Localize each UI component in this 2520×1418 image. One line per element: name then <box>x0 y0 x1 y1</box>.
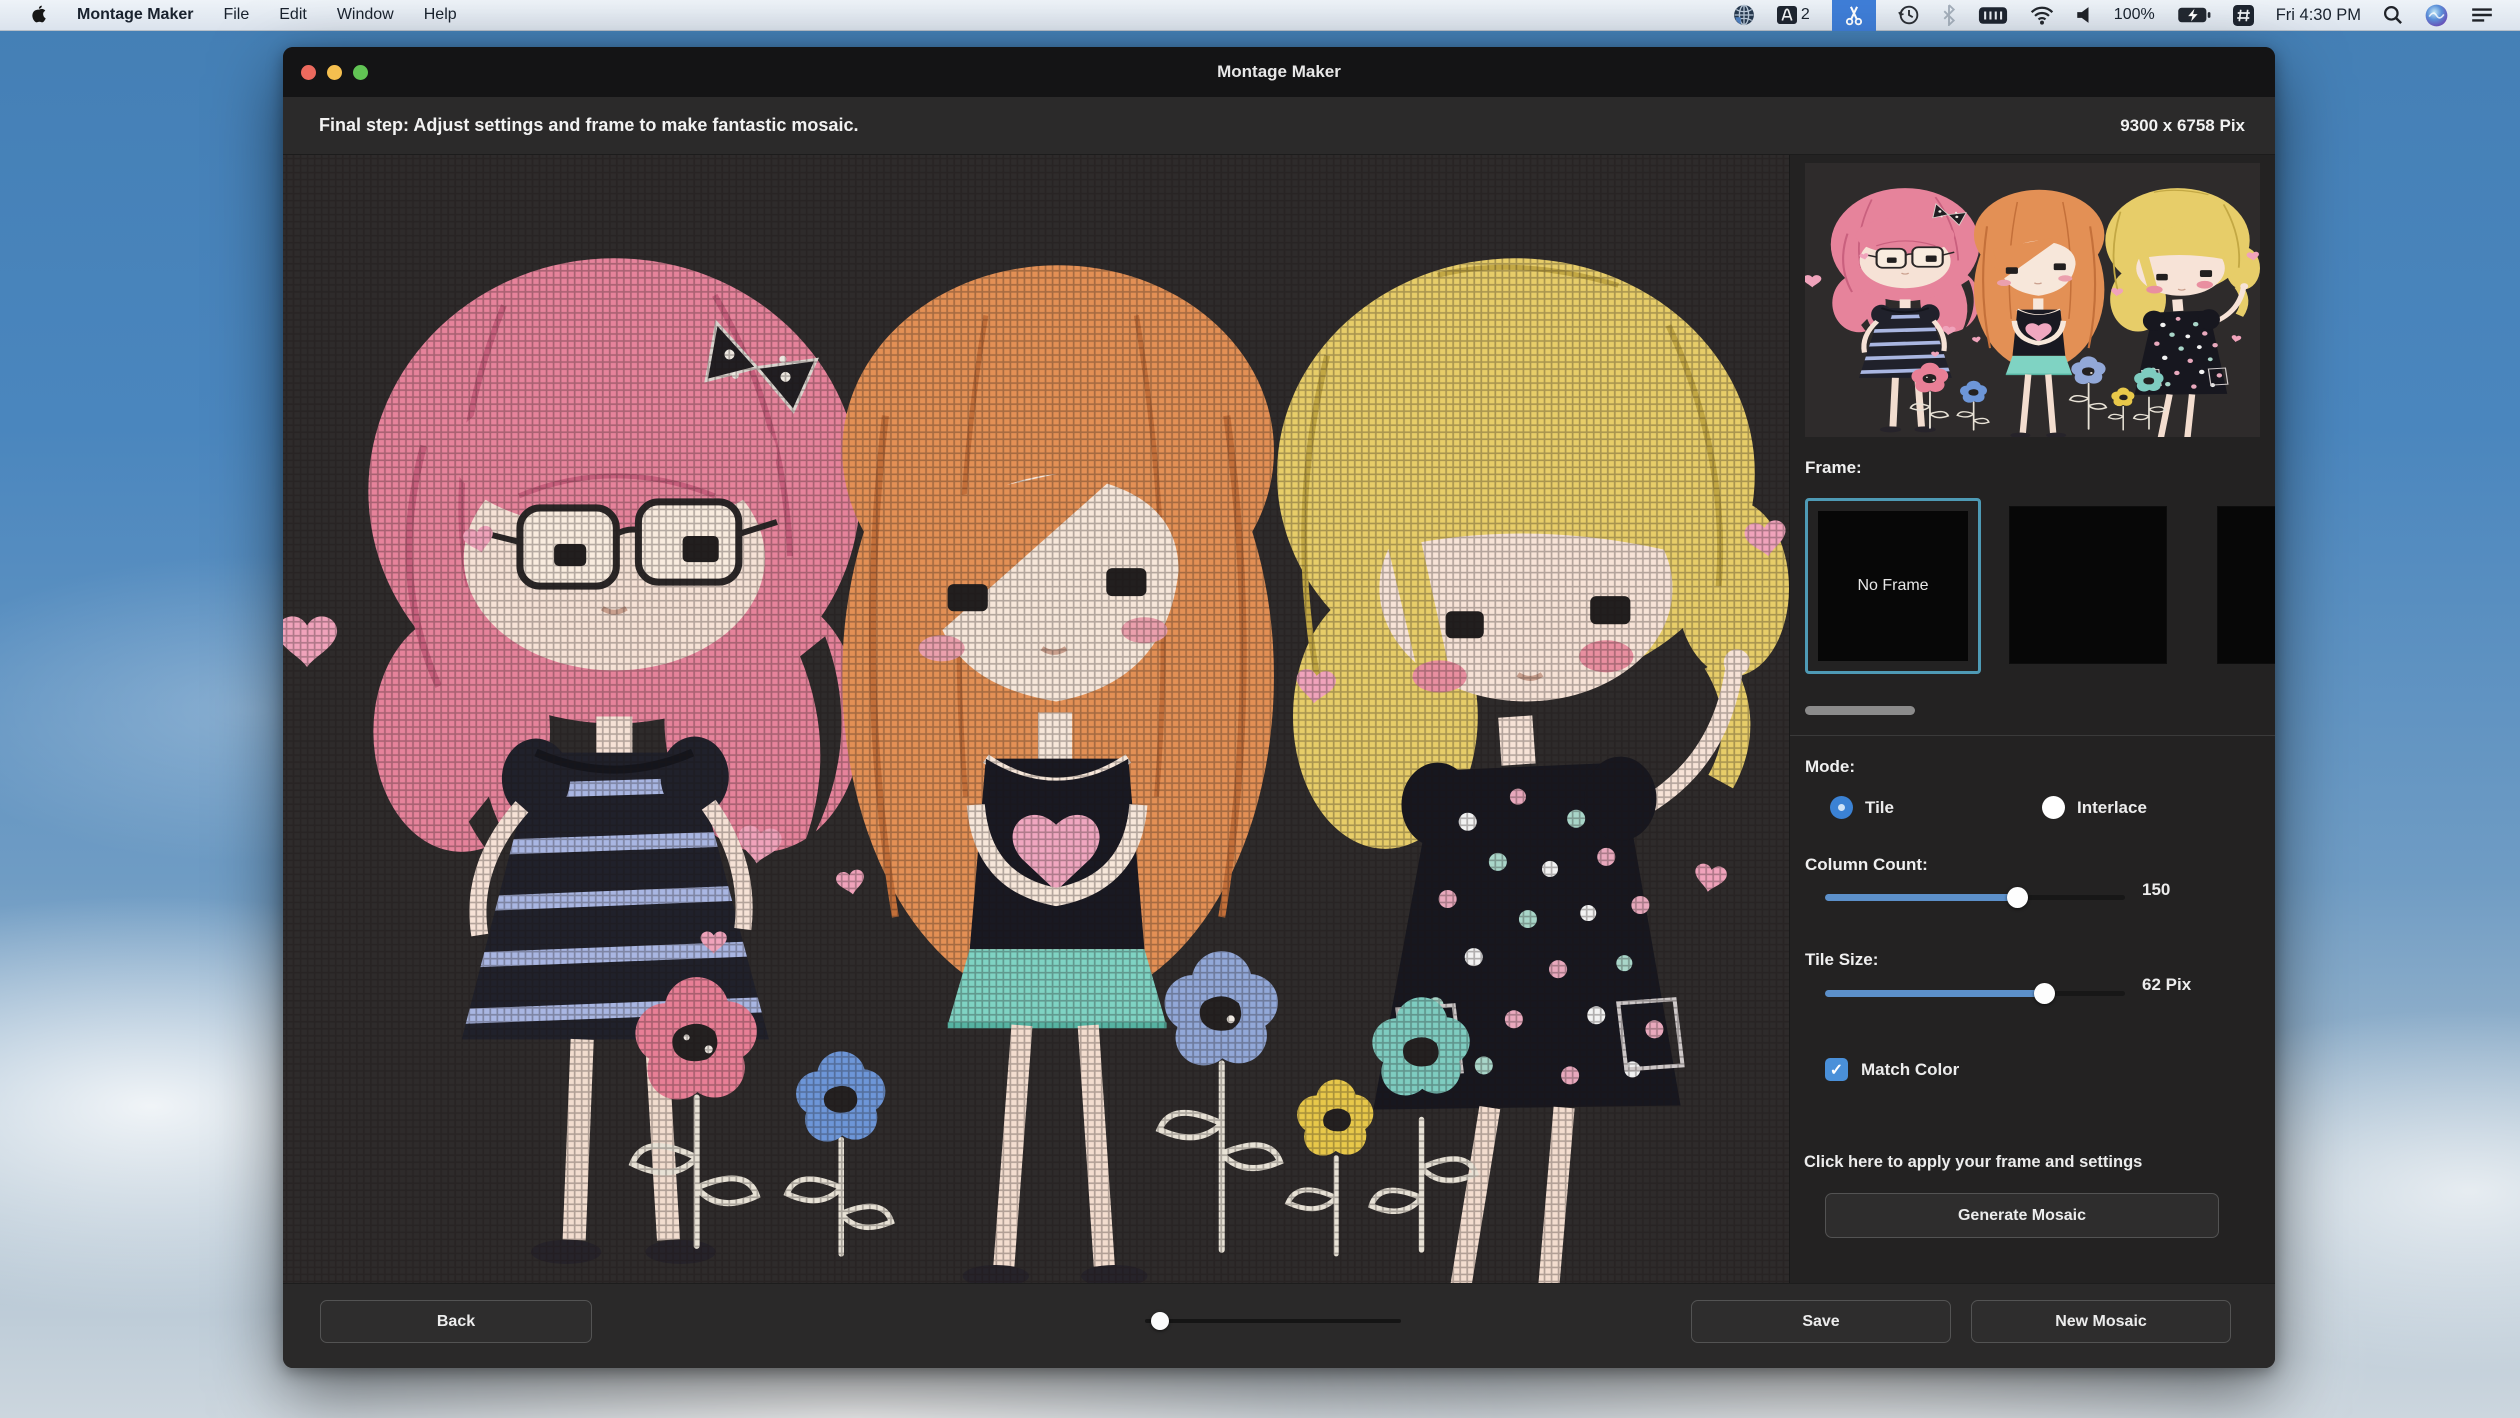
step-instruction: Final step: Adjust settings and frame to… <box>319 115 859 135</box>
siri-icon[interactable] <box>2425 0 2448 31</box>
adobe-icon <box>1776 6 1797 24</box>
spotlight-search-icon[interactable] <box>2383 0 2403 31</box>
menu-window[interactable]: Window <box>337 6 394 24</box>
adobe-badge-count: 2 <box>1800 6 1810 23</box>
menu-clock[interactable]: Fri 4:30 PM <box>2276 6 2361 25</box>
radio-unselected-icon <box>2042 796 2065 819</box>
mode-radio-interlace[interactable]: Interlace <box>2042 796 2254 819</box>
mosaic-preview-image <box>283 155 1789 1283</box>
keyboard-brightness-icon[interactable] <box>1978 0 2008 31</box>
keypad-icon[interactable] <box>2232 0 2254 31</box>
slider-thumb[interactable] <box>2034 983 2055 1004</box>
desktop: { "colors": { "accent_blue": "#4a90d9", … <box>0 0 2520 1418</box>
slider-track[interactable] <box>1145 1319 1401 1323</box>
section-divider <box>1790 735 2275 736</box>
save-button[interactable]: Save <box>1691 1300 1951 1343</box>
mode-radio-tile[interactable]: Tile <box>1830 796 2042 819</box>
tile-size-value: 62 Pix <box>2142 975 2192 994</box>
slider-thumb[interactable] <box>1150 1312 1169 1330</box>
apply-settings-hint: Click here to apply your frame and setti… <box>1804 1153 2143 1171</box>
mode-tile-label: Tile <box>1865 797 1894 817</box>
window-footer: Back Save New Mosaic <box>283 1283 2275 1368</box>
generate-mosaic-button[interactable]: Generate Mosaic <box>1825 1193 2219 1238</box>
slider-thumb[interactable] <box>2007 887 2028 908</box>
battery-percent: 100% <box>2113 6 2155 23</box>
menu-bar: Montage Maker File Edit Window Help 2 10… <box>0 0 2520 31</box>
mosaic-preview-canvas[interactable] <box>283 155 1790 1283</box>
mosaic-dimensions: 9300 x 6758 Pix <box>2120 115 2245 135</box>
tile-size-label: Tile Size: <box>1805 950 1879 969</box>
menu-help[interactable]: Help <box>424 6 457 24</box>
adobe-app-status[interactable]: 2 <box>1776 0 1810 31</box>
apple-icon <box>32 5 46 23</box>
globe-icon[interactable] <box>1733 0 1755 31</box>
time-machine-icon[interactable] <box>1897 0 1920 31</box>
tile-size-slider[interactable] <box>1825 983 2125 1004</box>
battery-charging-icon[interactable] <box>2177 0 2211 31</box>
frame-option-label: No Frame <box>1857 577 1929 594</box>
slider-fill <box>1825 894 2017 901</box>
match-color-label: Match Color <box>1861 1059 1960 1079</box>
window-titlebar[interactable]: Montage Maker <box>283 47 2275 97</box>
notification-center-icon[interactable] <box>2470 0 2494 31</box>
menu-app-name[interactable]: Montage Maker <box>77 6 193 24</box>
mode-section-label: Mode: <box>1805 757 1856 776</box>
menu-file[interactable]: File <box>223 6 249 24</box>
frame-section-label: Frame: <box>1805 458 1862 477</box>
window-title: Montage Maker <box>1217 62 1341 81</box>
match-color-option[interactable]: Match Color <box>1825 1058 1959 1081</box>
bluetooth-icon[interactable] <box>1942 0 1956 31</box>
frame-list-scrollbar[interactable] <box>1805 706 1915 715</box>
column-count-label: Column Count: <box>1805 855 1928 874</box>
montage-maker-window: Montage Maker Final step: Adjust setting… <box>283 47 2275 1368</box>
frame-option-no-frame[interactable]: No Frame <box>1805 498 1981 674</box>
column-count-slider[interactable] <box>1825 887 2125 908</box>
apple-menu[interactable] <box>30 0 47 31</box>
new-mosaic-button[interactable]: New Mosaic <box>1971 1300 2231 1343</box>
slider-fill <box>1825 990 2044 997</box>
radio-selected-icon <box>1830 796 1853 819</box>
volume-icon[interactable] <box>2076 0 2092 31</box>
frame-option-2[interactable] <box>2010 507 2166 663</box>
preview-zoom-slider[interactable] <box>1145 1310 1401 1332</box>
checkbox-checked-icon[interactable] <box>1825 1058 1848 1081</box>
wifi-icon[interactable] <box>2030 0 2054 31</box>
column-count-value: 150 <box>2142 880 2171 899</box>
source-image-thumbnail <box>1805 163 2260 437</box>
mode-interlace-label: Interlace <box>2077 797 2147 817</box>
scissors-icon[interactable] <box>1831 0 1876 31</box>
frame-option-3[interactable] <box>2218 507 2275 663</box>
window-header: Final step: Adjust settings and frame to… <box>283 97 2275 155</box>
settings-sidebar: Frame: No Frame Mode: Tile Interlace Col… <box>1790 155 2275 1283</box>
back-button[interactable]: Back <box>320 1300 592 1343</box>
menu-edit[interactable]: Edit <box>279 6 307 24</box>
